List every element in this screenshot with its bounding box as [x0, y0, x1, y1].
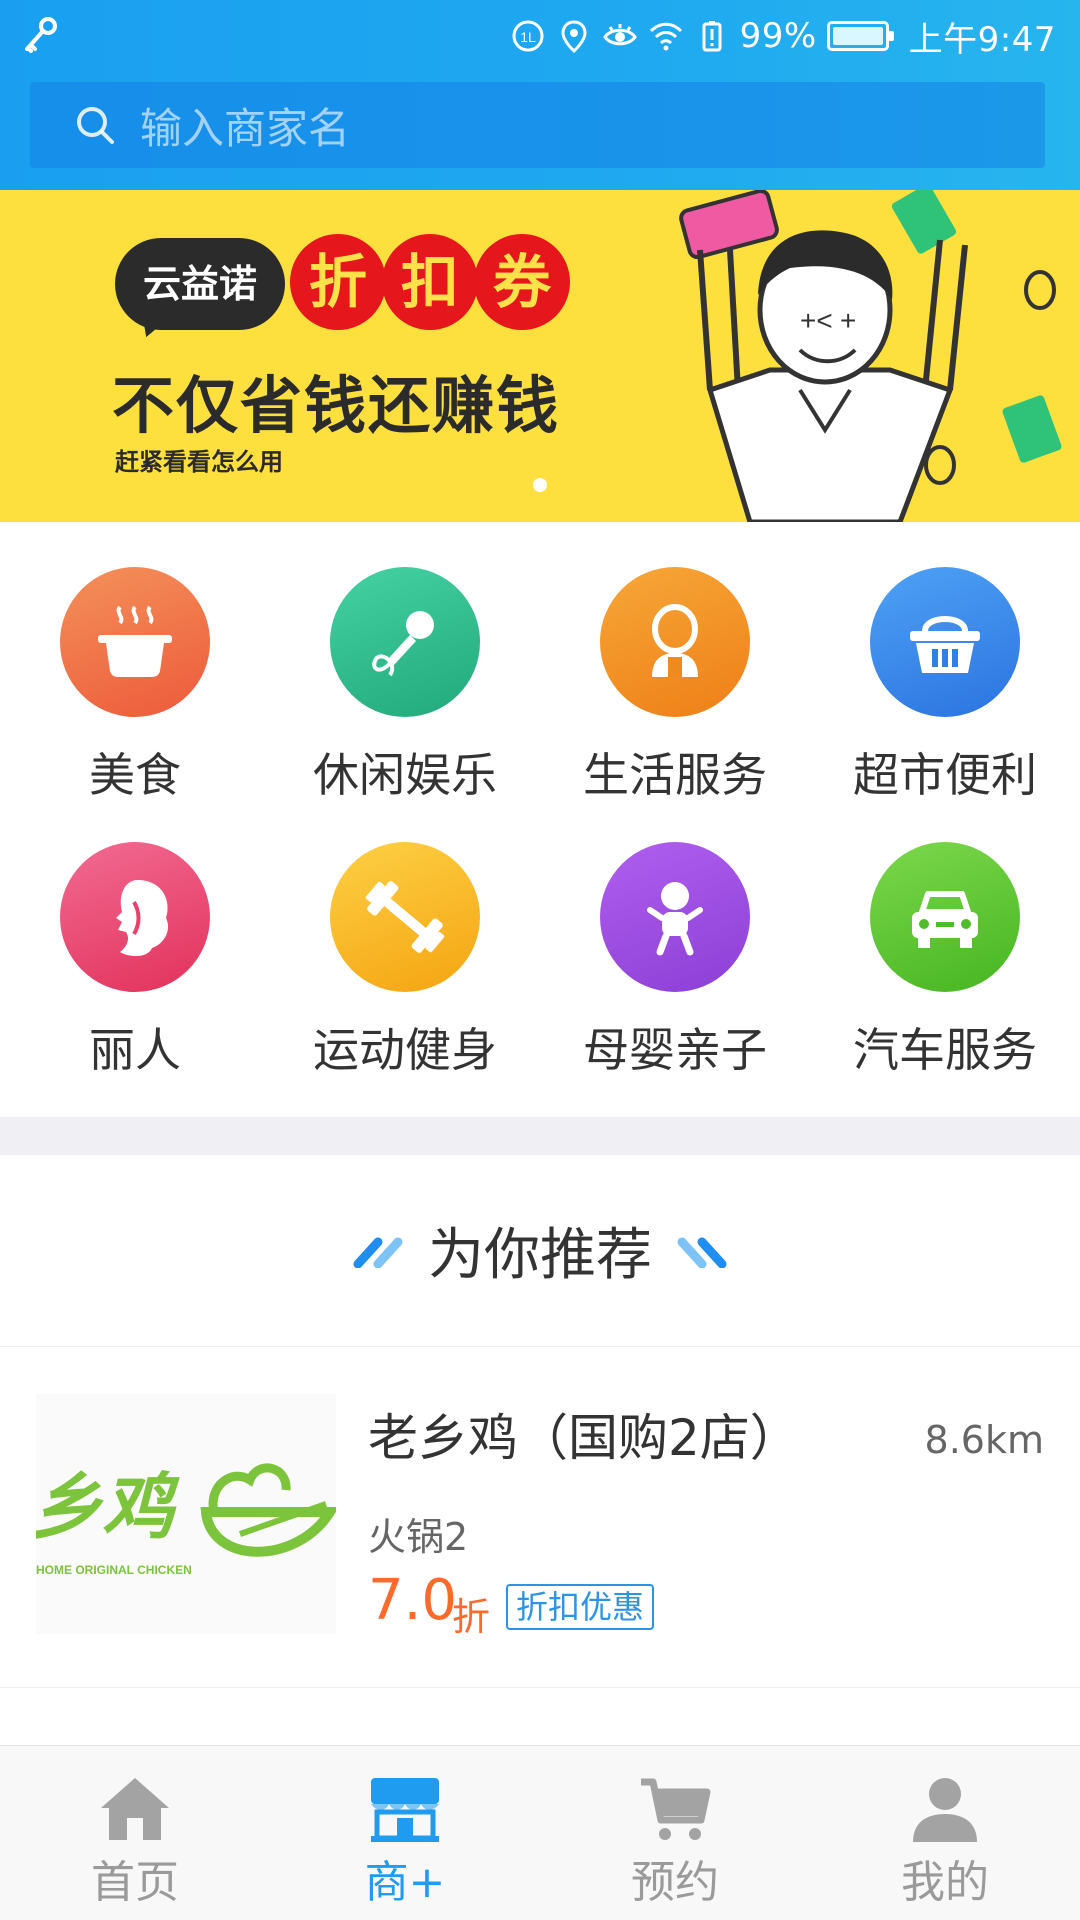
recommend-title: 为你推荐: [428, 1223, 652, 1288]
bottom-tab-bar: 首页 商+ 预约 我的: [0, 1745, 1080, 1920]
category-label: 美食: [89, 748, 181, 802]
tab-booking[interactable]: 预约: [540, 1746, 810, 1920]
category-label: 生活服务: [583, 748, 767, 802]
person-icon: [600, 567, 750, 717]
category-life-services[interactable]: 生活服务: [540, 522, 810, 802]
search-bar[interactable]: 输入商家名: [30, 82, 1045, 168]
brand-name: 云益诺: [142, 262, 257, 306]
home-icon: [101, 1778, 169, 1840]
category-grid: 美食 休闲娱乐 生活服务 超市便利 丽人 运动健身 母婴亲子 汽车服务: [0, 522, 1080, 1117]
category-fitness[interactable]: 运动健身: [270, 797, 540, 1077]
shop-category: 火锅2: [368, 1515, 469, 1559]
tab-label: 商+: [364, 1857, 446, 1908]
microphone-icon: [330, 567, 480, 717]
header: 1L 99% 上午9:47 输入商家名: [0, 0, 1080, 190]
key-icon: [25, 17, 57, 53]
category-supermarket[interactable]: 超市便利: [810, 522, 1080, 802]
coupon-char: 折: [290, 234, 386, 330]
category-label: 运动健身: [313, 1023, 497, 1077]
category-beauty[interactable]: 丽人: [0, 797, 270, 1077]
carousel-dot[interactable]: [533, 478, 547, 492]
clock: 上午9:47: [908, 19, 1056, 60]
slash-decoration-icon: [677, 1237, 727, 1268]
car-icon: [870, 842, 1020, 992]
storefront-icon: [371, 1778, 439, 1842]
battery-alert-icon: [702, 21, 722, 52]
recommend-header: 为你推荐: [0, 1155, 1080, 1347]
category-food[interactable]: 美食: [0, 522, 270, 802]
svg-text:1L: 1L: [520, 29, 536, 45]
category-label: 母婴亲子: [583, 1023, 767, 1077]
location-icon: [561, 20, 587, 54]
search-icon: [77, 107, 114, 144]
coupon-char: 扣: [382, 234, 478, 330]
search-input[interactable]: 输入商家名: [140, 95, 350, 156]
tab-shop[interactable]: 商+: [270, 1746, 540, 1920]
banner-subtitle: 赶紧看看怎么用: [115, 448, 283, 476]
shop-list-item[interactable]: 乡鸡 HOME ORIGINAL CHICKEN 老乡鸡（国购2店） 8.6km…: [0, 1348, 1080, 1688]
category-entertainment[interactable]: 休闲娱乐: [270, 522, 540, 802]
tab-home[interactable]: 首页: [0, 1746, 270, 1920]
dumbbell-icon: [330, 842, 480, 992]
section-divider: [0, 1117, 1080, 1155]
battery-icon: [826, 21, 894, 51]
shop-logo-text: 乡鸡: [36, 1468, 180, 1548]
shop-logo-subtext: HOME ORIGINAL CHICKEN: [36, 1563, 192, 1577]
shop-logo: 乡鸡 HOME ORIGINAL CHICKEN: [36, 1394, 336, 1634]
shop-distance: 8.6km: [924, 1418, 1044, 1462]
eye-icon: [602, 24, 637, 46]
baby-icon: [600, 842, 750, 992]
category-label: 丽人: [89, 1023, 181, 1077]
category-label: 休闲娱乐: [313, 748, 497, 802]
category-label: 汽车服务: [853, 1023, 1037, 1077]
battery-percent: 99%: [739, 16, 817, 56]
coupon-char: 券: [474, 234, 570, 330]
tab-mine[interactable]: 我的: [810, 1746, 1080, 1920]
data-saver-icon: 1L: [512, 20, 544, 52]
shop-name: 老乡鸡（国购2店）: [368, 1409, 800, 1467]
tab-label: 首页: [91, 1857, 179, 1908]
basket-icon: [870, 567, 1020, 717]
slash-decoration-icon: [353, 1237, 403, 1268]
woman-profile-icon: [60, 842, 210, 992]
tab-label: 我的: [901, 1857, 989, 1908]
user-icon: [913, 1778, 977, 1842]
svg-text:+<: +<: [800, 305, 833, 336]
banner-slogan: 不仅省钱还赚钱: [112, 369, 561, 442]
cart-icon: [641, 1778, 711, 1840]
svg-text:+: +: [840, 305, 856, 336]
promo-banner[interactable]: 云益诺 折 扣 券 不仅省钱还赚钱 赶紧看看怎么用 +< +: [0, 190, 1080, 522]
status-bar: 1L 99% 上午9:47: [0, 0, 1080, 72]
shop-discount-unit: 折: [452, 1595, 491, 1639]
cartoon-man-illustration: +< +: [679, 190, 1062, 522]
category-label: 超市便利: [853, 748, 1037, 802]
hotpot-icon: [60, 567, 210, 717]
shop-discount-value: 7.0: [368, 1568, 458, 1633]
tab-label: 预约: [631, 1857, 719, 1908]
category-mother-baby[interactable]: 母婴亲子: [540, 797, 810, 1077]
discount-tag: 折扣优惠: [506, 1584, 655, 1630]
category-car-services[interactable]: 汽车服务: [810, 797, 1080, 1077]
wifi-icon: [649, 22, 682, 51]
